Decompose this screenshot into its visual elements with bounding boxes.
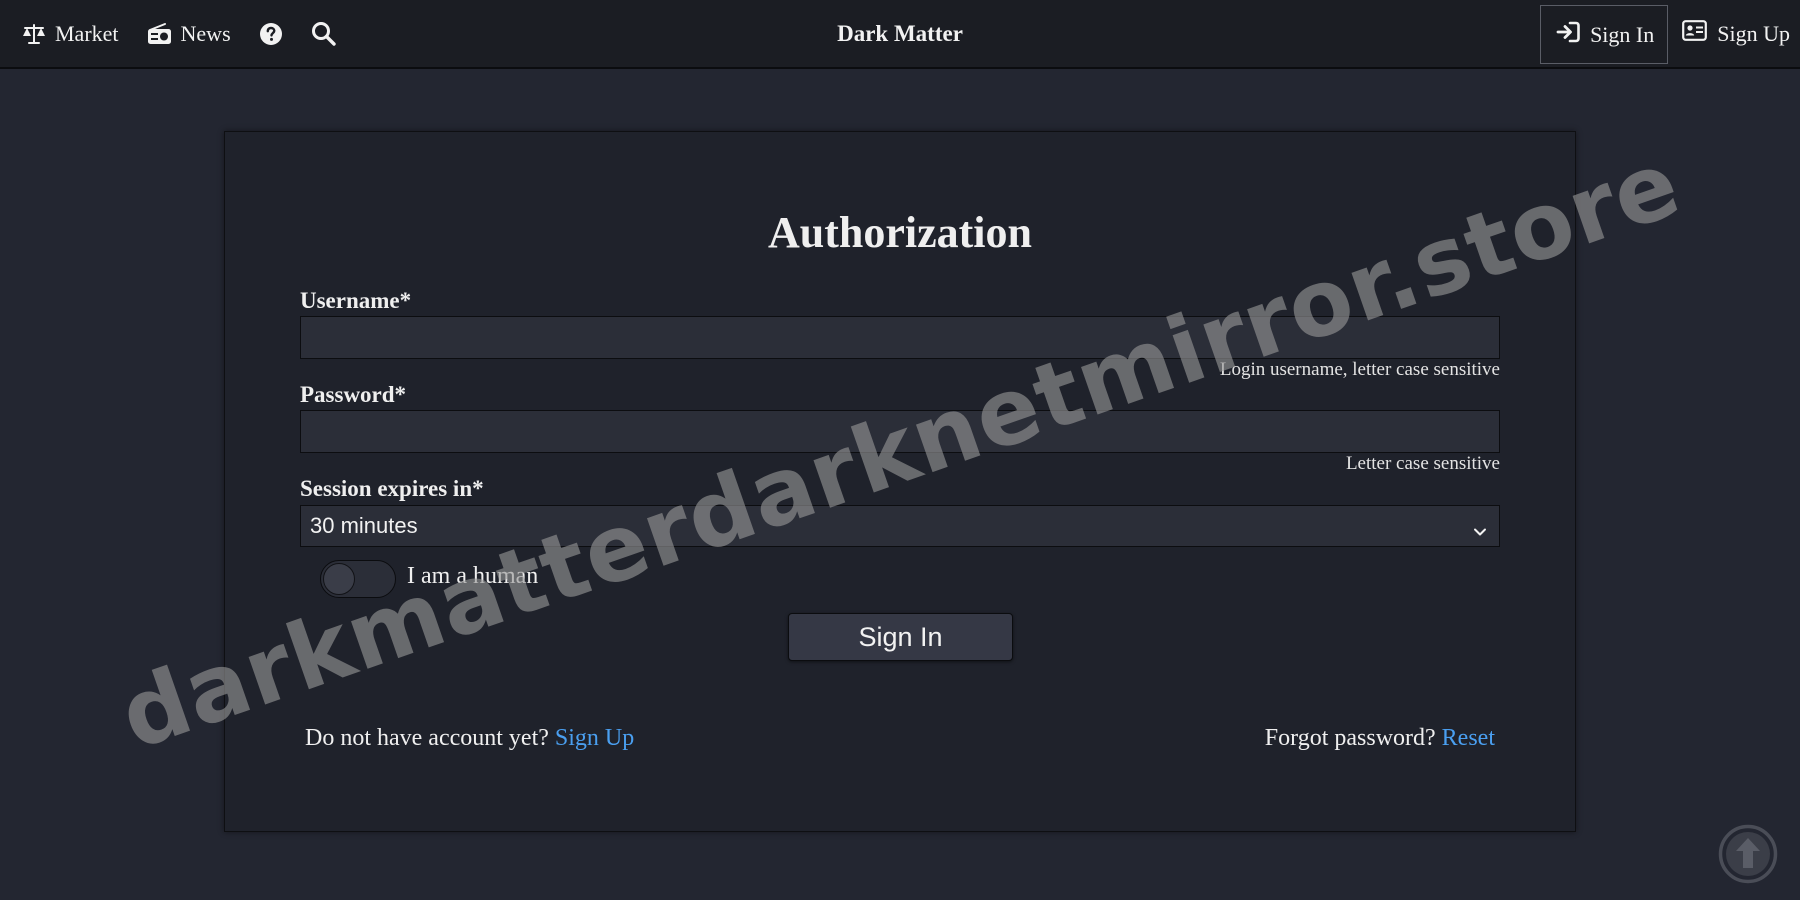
toggle-knob [323, 563, 355, 595]
username-input[interactable] [300, 316, 1500, 359]
nav-help-button[interactable] [259, 22, 283, 46]
nav-signin-button[interactable]: Sign In [1540, 5, 1669, 64]
nav-market-label: Market [55, 20, 119, 46]
nav-signup-label: Sign Up [1717, 20, 1790, 46]
nav-search-button[interactable] [311, 21, 336, 46]
human-toggle-label: I am a human [407, 563, 539, 589]
nav-left-group: Market News [22, 0, 364, 67]
forgot-password-text: Forgot password? [1264, 725, 1436, 751]
id-card-icon [1682, 20, 1708, 47]
password-label: Password* [300, 382, 407, 407]
sign-in-icon [1556, 21, 1580, 49]
question-circle-icon [259, 22, 283, 46]
password-hint: Letter case sensitive [1345, 453, 1500, 474]
page-title: Authorization [768, 208, 1032, 257]
balance-scale-icon [22, 22, 46, 46]
human-toggle[interactable] [320, 560, 396, 598]
username-label: Username* [300, 288, 412, 313]
signup-link[interactable]: Sign Up [555, 725, 634, 751]
reset-link[interactable]: Reset [1442, 725, 1495, 751]
session-selected-value: 30 minutes [310, 513, 418, 538]
radio-icon [147, 22, 172, 46]
password-input[interactable] [300, 410, 1500, 453]
authorization-card: Authorization Username* Login username, … [224, 131, 1576, 832]
search-icon [311, 21, 336, 46]
top-navbar: Market News Dark Matter Sign In Sign Up [0, 0, 1800, 69]
nav-market-link[interactable]: Market [22, 21, 119, 47]
session-label: Session expires in* [300, 476, 484, 501]
signin-submit-button[interactable]: Sign In [788, 613, 1013, 661]
arrow-up-circle-icon [1718, 824, 1778, 888]
nav-news-label: News [180, 20, 231, 46]
nav-news-link[interactable]: News [147, 21, 231, 47]
chevron-down-icon [1473, 519, 1487, 545]
signup-prompt: Do not have account yet? Sign Up [305, 725, 634, 752]
scroll-to-top-button[interactable] [1718, 824, 1778, 884]
no-account-text: Do not have account yet? [305, 725, 549, 751]
reset-prompt: Forgot password? Reset [1265, 725, 1495, 752]
nav-signin-label: Sign In [1590, 21, 1655, 47]
nav-right-group: Sign In Sign Up [1540, 0, 1800, 67]
session-expires-select[interactable]: 30 minutes [300, 505, 1500, 547]
username-hint: Login username, letter case sensitive [1219, 359, 1500, 380]
nav-signup-button[interactable]: Sign Up [1668, 20, 1800, 47]
